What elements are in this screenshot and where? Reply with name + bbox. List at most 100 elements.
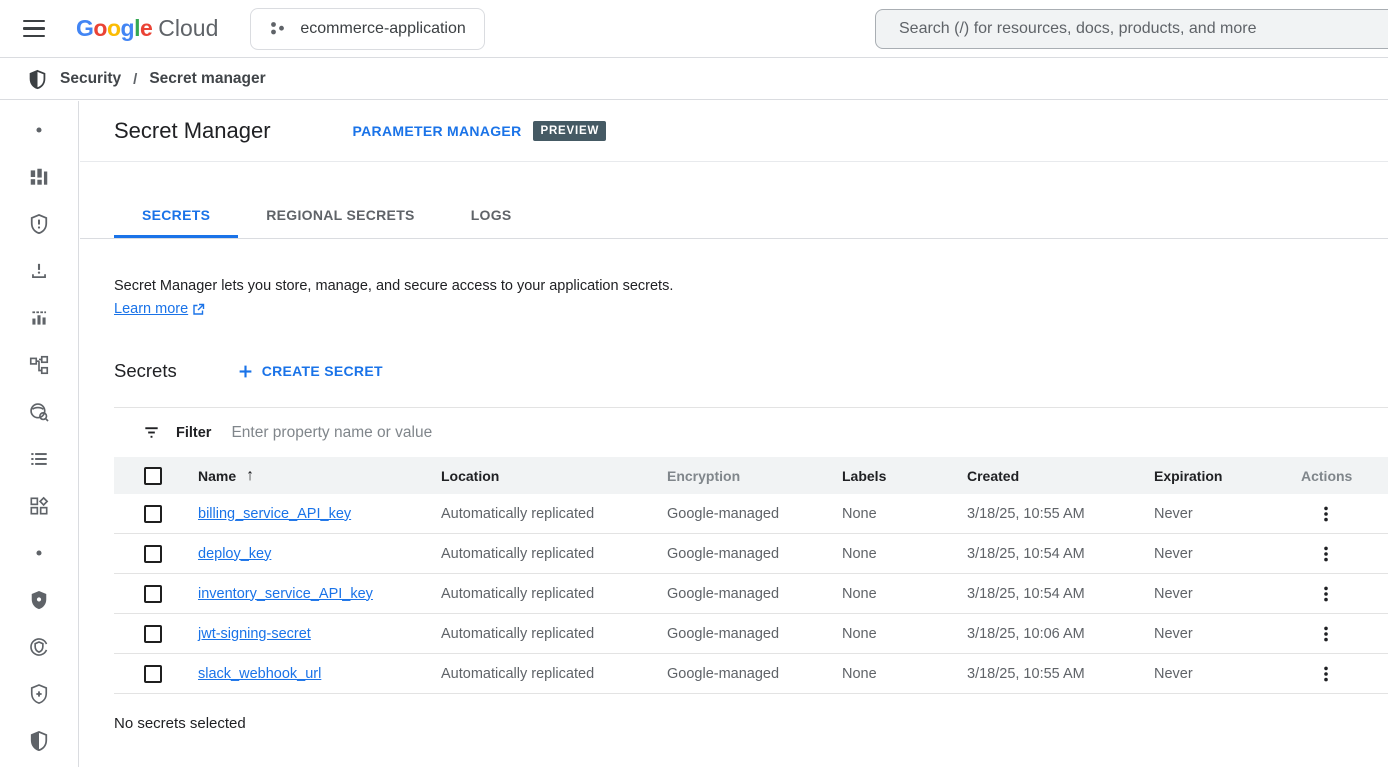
learn-more-link[interactable]: Learn more xyxy=(114,301,188,317)
created-cell: 3/18/25, 10:55 AM xyxy=(967,506,1154,522)
table-header-row: Name ↑ Location Encryption Labels Create… xyxy=(114,457,1388,494)
menu-icon[interactable] xyxy=(10,5,58,53)
encryption-cell: Google-managed xyxy=(667,506,842,522)
logo-letter: o xyxy=(107,15,121,42)
tab-secrets[interactable]: SECRETS xyxy=(114,191,238,238)
name-header-label: Name xyxy=(198,468,236,484)
column-header-actions: Actions xyxy=(1301,468,1388,484)
findings-list-icon[interactable] xyxy=(24,445,54,473)
encryption-cell: Google-managed xyxy=(667,666,842,682)
filter-icon[interactable] xyxy=(142,423,161,442)
shield-filled-icon[interactable] xyxy=(24,586,54,614)
encryption-cell: Google-managed xyxy=(667,546,842,562)
row-checkbox[interactable] xyxy=(144,665,162,683)
expiration-cell: Never xyxy=(1154,666,1301,682)
filter-input[interactable] xyxy=(226,424,1388,442)
page-title: Secret Manager xyxy=(114,118,271,144)
location-cell: Automatically replicated xyxy=(441,546,667,562)
expiration-cell: Never xyxy=(1154,546,1301,562)
applications-grid-icon[interactable] xyxy=(24,492,54,520)
secret-name-link[interactable]: jwt-signing-secret xyxy=(198,626,311,642)
breadcrumb-security[interactable]: Security xyxy=(60,70,121,88)
labels-cell: None xyxy=(842,626,967,642)
row-checkbox[interactable] xyxy=(144,585,162,603)
row-actions-menu-icon[interactable] xyxy=(1313,541,1339,567)
select-all-checkbox[interactable] xyxy=(144,467,162,485)
logo-letter: o xyxy=(93,15,107,42)
nav-dot-icon[interactable] xyxy=(24,539,54,567)
nav-dot-icon[interactable] xyxy=(24,116,54,144)
created-cell: 3/18/25, 10:54 AM xyxy=(967,546,1154,562)
assets-hierarchy-icon[interactable] xyxy=(24,351,54,379)
row-actions-menu-icon[interactable] xyxy=(1313,581,1339,607)
logo-letter: g xyxy=(121,15,135,42)
row-checkbox[interactable] xyxy=(144,545,162,563)
filter-bar: Filter xyxy=(114,408,1388,457)
google-cloud-logo[interactable]: Google Cloud xyxy=(76,15,218,42)
intro-section: Secret Manager lets you store, manage, a… xyxy=(80,239,1388,317)
tab-bar: SECRETS REGIONAL SECRETS LOGS xyxy=(80,162,1388,239)
labels-cell: None xyxy=(842,546,967,562)
breadcrumb-secret-manager: Secret manager xyxy=(149,70,265,88)
threats-shield-alert-icon[interactable] xyxy=(24,210,54,238)
logo-letter: e xyxy=(140,15,152,42)
column-header-encryption: Encryption xyxy=(667,468,842,484)
filter-label[interactable]: Filter xyxy=(176,425,211,441)
tab-logs[interactable]: LOGS xyxy=(443,191,540,238)
risk-overview-icon[interactable] xyxy=(24,163,54,191)
logo-letter: G xyxy=(76,15,93,42)
selection-status: No secrets selected xyxy=(114,715,1388,732)
expiration-cell: Never xyxy=(1154,506,1301,522)
row-actions-menu-icon[interactable] xyxy=(1313,621,1339,647)
table-row: jwt-signing-secret Automatically replica… xyxy=(114,614,1388,654)
secret-name-link[interactable]: inventory_service_API_key xyxy=(198,586,373,602)
logo-cloud-text: Cloud xyxy=(158,15,218,42)
location-cell: Automatically replicated xyxy=(441,586,667,602)
sort-ascending-icon: ↑ xyxy=(246,467,254,485)
project-selector[interactable]: ecommerce-application xyxy=(250,8,484,50)
security-posture-shield-icon[interactable] xyxy=(24,727,54,755)
secret-name-link[interactable]: slack_webhook_url xyxy=(198,666,321,682)
create-secret-button[interactable]: CREATE SECRET xyxy=(238,363,383,379)
labels-cell: None xyxy=(842,506,967,522)
row-actions-menu-icon[interactable] xyxy=(1313,661,1339,687)
parameter-manager-link[interactable]: PARAMETER MANAGER xyxy=(353,123,522,139)
top-app-bar: Google Cloud ecommerce-application xyxy=(0,0,1388,58)
secret-name-link[interactable]: billing_service_API_key xyxy=(198,506,351,522)
explore-search-icon[interactable] xyxy=(24,398,54,426)
labels-cell: None xyxy=(842,586,967,602)
created-cell: 3/18/25, 10:55 AM xyxy=(967,666,1154,682)
row-checkbox[interactable] xyxy=(144,505,162,523)
shield-add-icon[interactable] xyxy=(24,680,54,708)
main-content: Secret Manager PARAMETER MANAGER PREVIEW… xyxy=(80,101,1388,767)
encryption-cell: Google-managed xyxy=(667,626,842,642)
created-cell: 3/18/25, 10:06 AM xyxy=(967,626,1154,642)
table-row: slack_webhook_url Automatically replicat… xyxy=(114,654,1388,694)
column-header-labels: Labels xyxy=(842,468,967,484)
table-row: billing_service_API_key Automatically re… xyxy=(114,494,1388,534)
column-header-name[interactable]: Name ↑ xyxy=(198,467,441,485)
secrets-section-header: Secrets CREATE SECRET xyxy=(114,360,1388,382)
location-cell: Automatically replicated xyxy=(441,626,667,642)
location-cell: Automatically replicated xyxy=(441,506,667,522)
analytics-barchart-icon[interactable] xyxy=(24,304,54,332)
row-checkbox[interactable] xyxy=(144,625,162,643)
project-name: ecommerce-application xyxy=(300,20,465,38)
secret-name-link[interactable]: deploy_key xyxy=(198,546,271,562)
create-secret-label: CREATE SECRET xyxy=(262,363,383,379)
security-shield-icon xyxy=(27,69,48,90)
breadcrumb: Security / Secret manager xyxy=(0,59,1388,100)
page-header: Secret Manager PARAMETER MANAGER PREVIEW xyxy=(80,101,1388,162)
created-cell: 3/18/25, 10:54 AM xyxy=(967,586,1154,602)
search-input[interactable] xyxy=(876,20,1388,38)
tab-regional-secrets[interactable]: REGIONAL SECRETS xyxy=(238,191,442,238)
external-link-icon xyxy=(192,303,205,316)
secrets-table: Filter Name ↑ Location Encryption Labels… xyxy=(114,407,1388,694)
row-actions-menu-icon[interactable] xyxy=(1313,501,1339,527)
compliance-circle-shield-icon[interactable] xyxy=(24,633,54,661)
table-row: deploy_key Automatically replicated Goog… xyxy=(114,534,1388,574)
secrets-heading: Secrets xyxy=(114,360,177,382)
column-header-expiration: Expiration xyxy=(1154,468,1301,484)
import-findings-icon[interactable] xyxy=(24,257,54,285)
intro-text: Secret Manager lets you store, manage, a… xyxy=(114,278,1388,294)
